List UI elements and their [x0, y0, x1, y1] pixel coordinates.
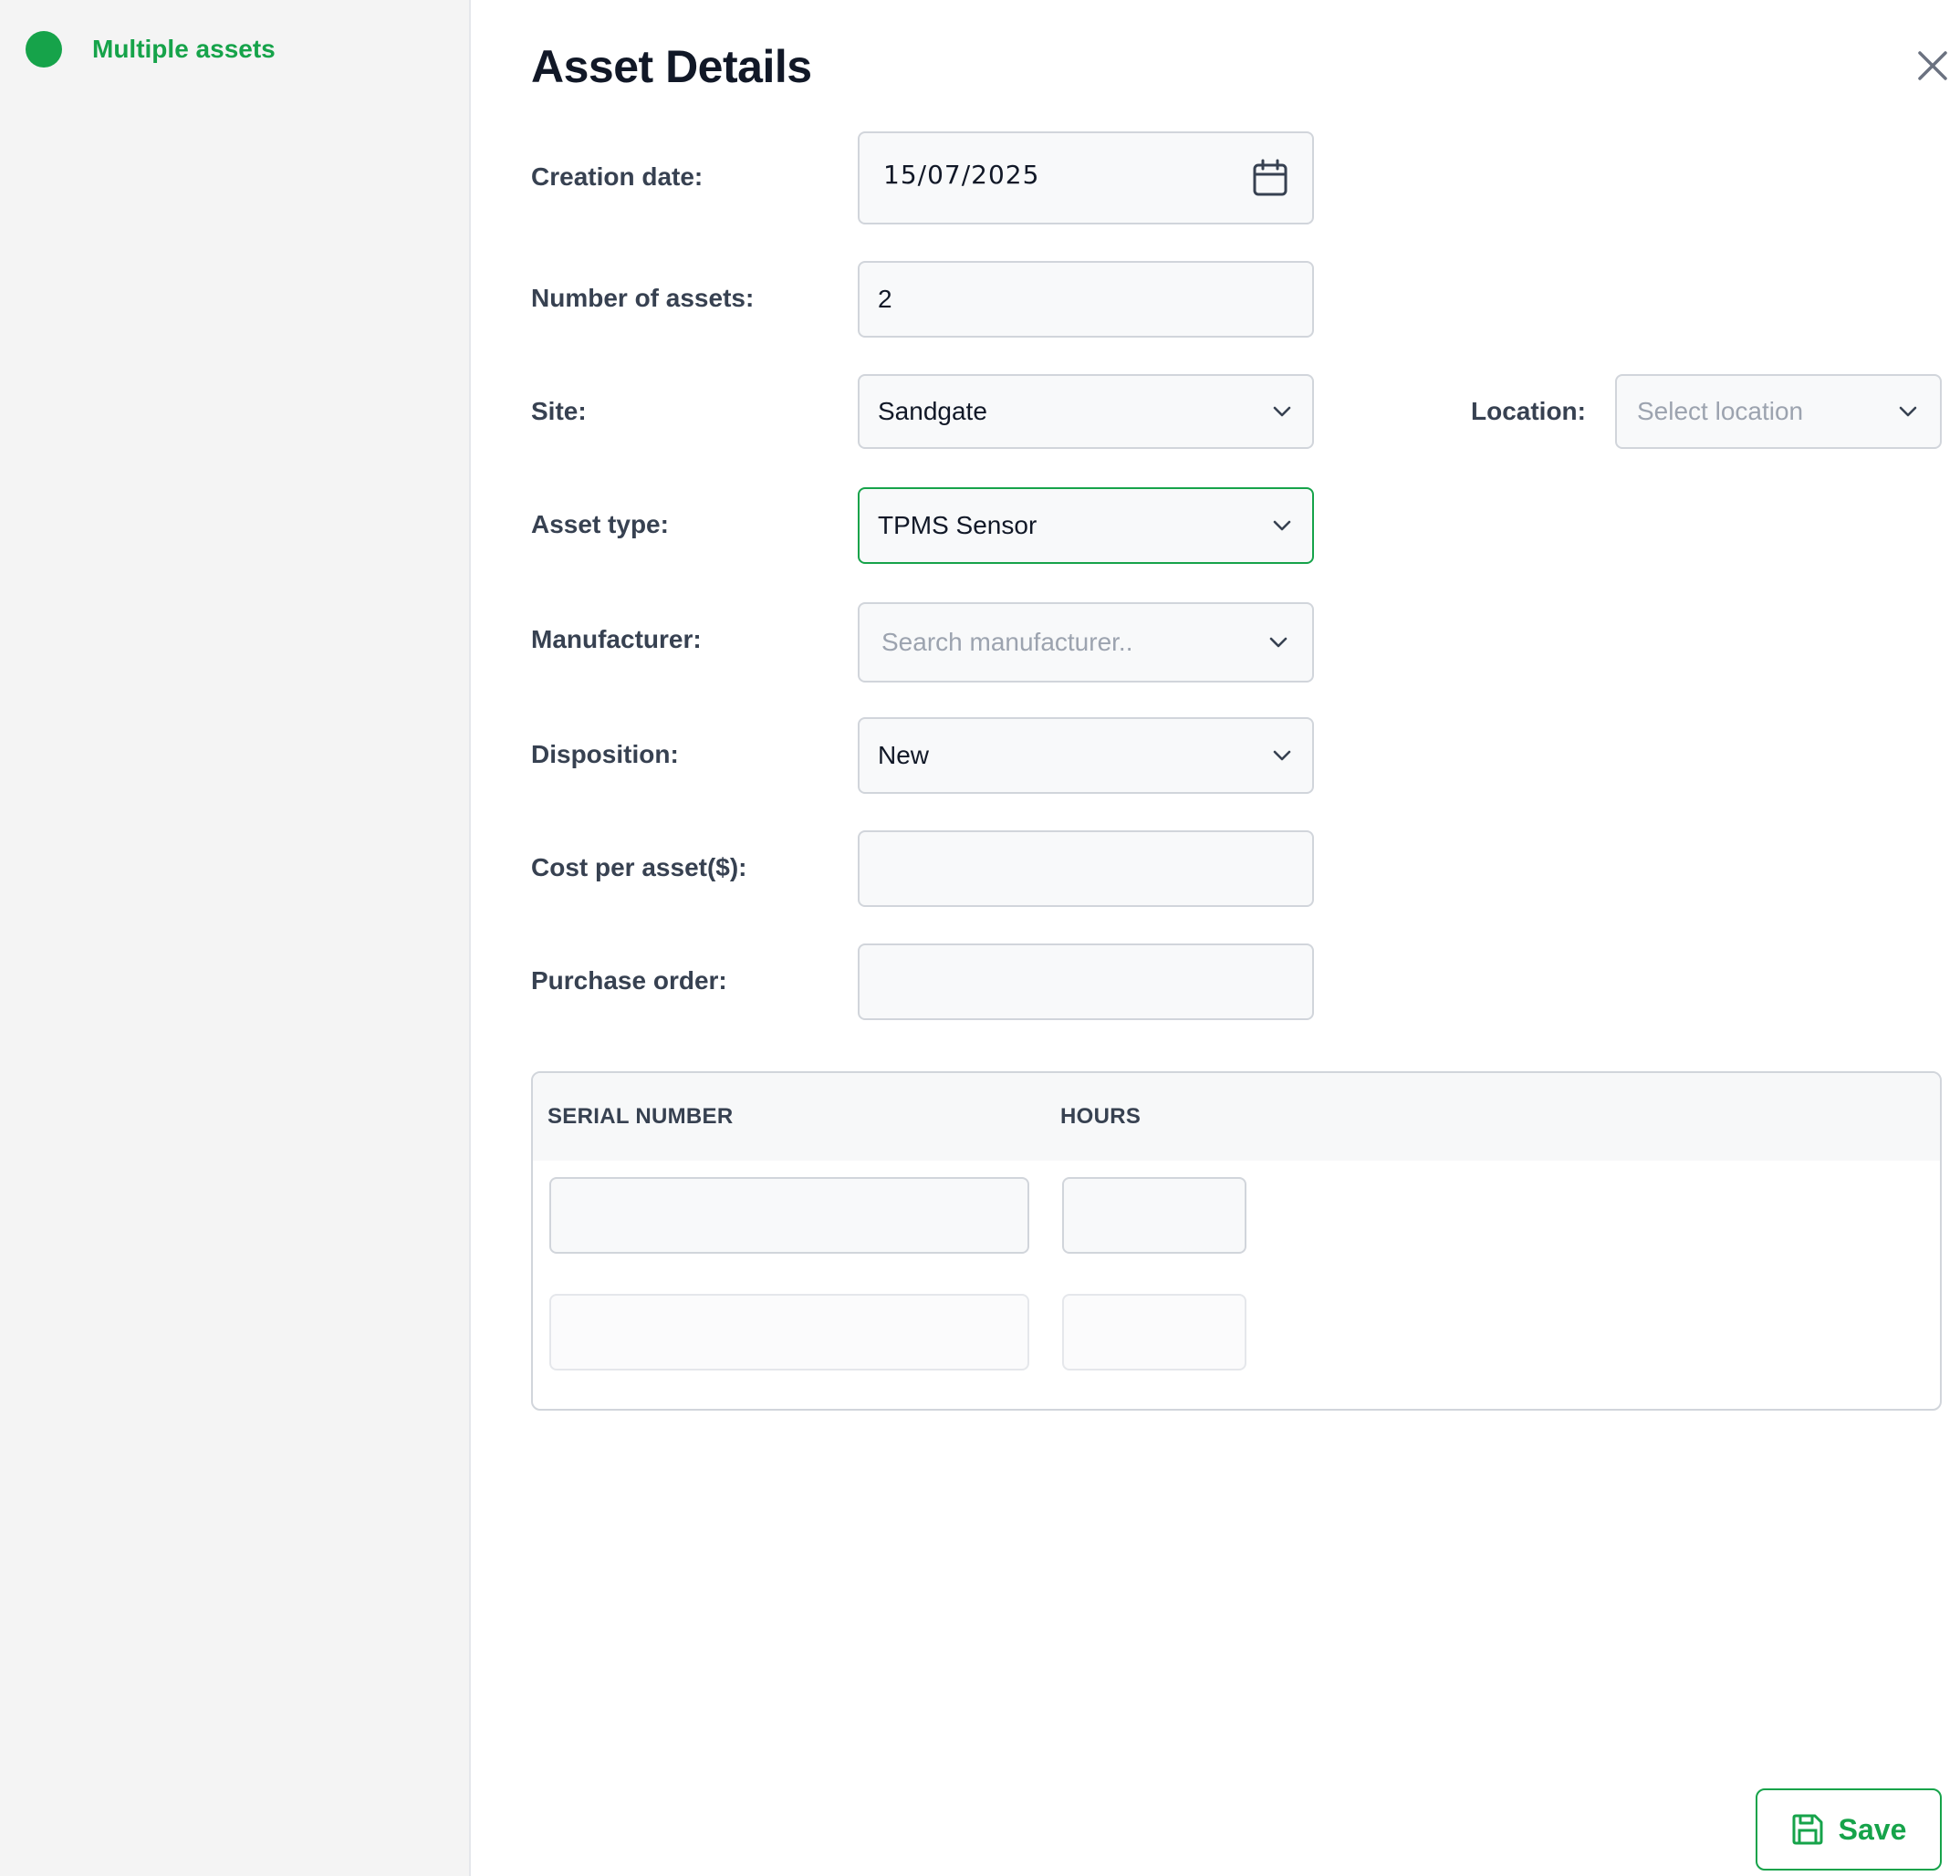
purchase-order-input[interactable] — [858, 943, 1314, 1020]
asset-type-select[interactable]: TPMS Sensor — [858, 487, 1314, 564]
chevron-down-icon — [1273, 520, 1291, 531]
sidebar-item-multiple-assets[interactable]: Multiple assets — [26, 31, 276, 68]
location-select[interactable]: Select location — [1615, 374, 1942, 449]
cost-per-asset-label: Cost per asset($): — [531, 853, 747, 881]
number-of-assets-label: Number of assets: — [531, 284, 755, 312]
asset-type-value: TPMS Sensor — [878, 511, 1037, 539]
sidebar-item-label: Multiple assets — [92, 35, 276, 63]
chevron-down-icon — [1273, 406, 1291, 417]
number-of-assets-input[interactable]: 2 — [858, 261, 1314, 338]
chevron-down-icon — [1269, 637, 1288, 648]
chevron-down-icon — [1273, 750, 1291, 761]
save-icon — [1792, 1814, 1823, 1845]
status-dot-icon — [26, 31, 62, 68]
chevron-down-icon — [1899, 406, 1917, 417]
serial-number-input-2[interactable] — [549, 1294, 1029, 1371]
disposition-label: Disposition: — [531, 740, 679, 768]
assets-table: SERIAL NUMBER HOURS — [531, 1071, 1942, 1411]
disposition-value: New — [878, 741, 930, 769]
cost-per-asset-input[interactable] — [858, 830, 1314, 907]
location-label: Location: — [1471, 397, 1586, 425]
asset-type-label: Asset type: — [531, 510, 669, 538]
manufacturer-placeholder: Search manufacturer.. — [881, 628, 1133, 656]
location-placeholder: Select location — [1637, 397, 1804, 425]
purchase-order-label: Purchase order: — [531, 966, 727, 995]
serial-number-input-1[interactable] — [549, 1177, 1029, 1254]
number-of-assets-value: 2 — [878, 285, 892, 313]
calendar-icon[interactable] — [1252, 159, 1288, 197]
table-header: SERIAL NUMBER HOURS — [533, 1073, 1940, 1161]
save-button[interactable]: Save — [1756, 1788, 1942, 1871]
save-button-label: Save — [1838, 1812, 1907, 1846]
manufacturer-label: Manufacturer: — [531, 625, 702, 653]
site-label: Site: — [531, 397, 587, 425]
close-button[interactable] — [1914, 47, 1951, 84]
asset-details-panel: Asset Details Creation date: 15/07/2025 … — [471, 0, 1960, 1876]
creation-date-value: 15/07/2025 — [883, 159, 1040, 190]
close-icon — [1918, 51, 1947, 80]
disposition-select[interactable]: New — [858, 717, 1314, 794]
sidebar: Multiple assets — [0, 0, 471, 1876]
hours-input-1[interactable] — [1062, 1177, 1246, 1254]
manufacturer-select[interactable]: Search manufacturer.. — [858, 602, 1314, 683]
hours-header: HOURS — [1060, 1104, 1142, 1129]
hours-input-2[interactable] — [1062, 1294, 1246, 1371]
creation-date-field[interactable]: 15/07/2025 — [858, 131, 1314, 224]
creation-date-label: Creation date: — [531, 162, 704, 191]
site-value: Sandgate — [878, 397, 987, 425]
site-select[interactable]: Sandgate — [858, 374, 1314, 449]
page-title: Asset Details — [531, 41, 812, 92]
serial-number-header: SERIAL NUMBER — [547, 1104, 734, 1129]
